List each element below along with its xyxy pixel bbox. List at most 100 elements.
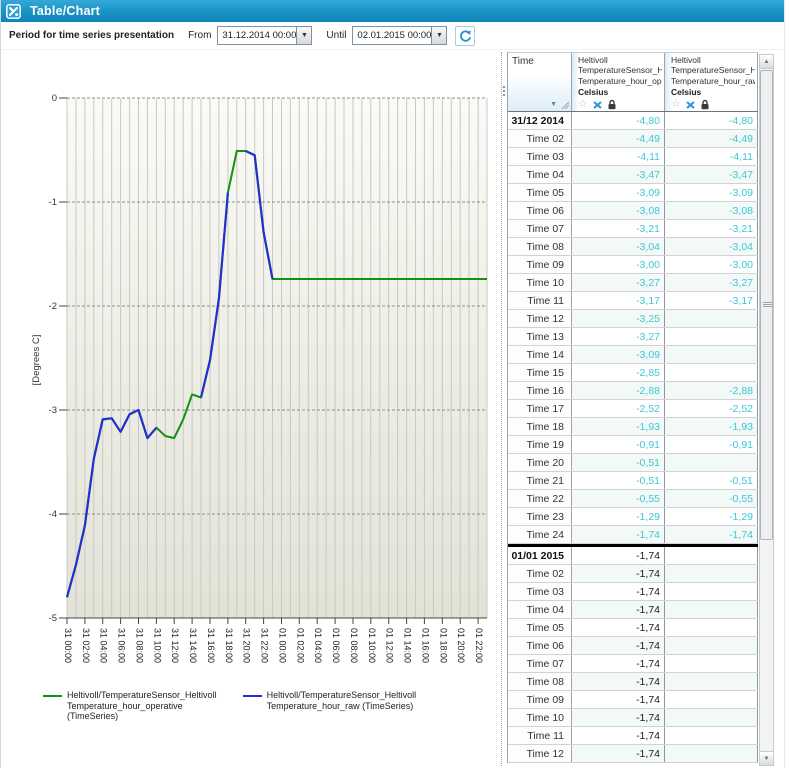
table-row[interactable]: Time 08-1,74 <box>508 673 758 691</box>
until-date-value[interactable]: 02.01.2015 00:00 <box>353 27 431 44</box>
title-bar: Table/Chart <box>1 0 784 22</box>
table-row[interactable]: Time 09-3,00-3,00 <box>508 256 758 274</box>
splitter-grip-icon[interactable] <box>503 84 506 98</box>
table-row[interactable]: Time 15-2,85 <box>508 364 758 382</box>
table-row[interactable]: Time 04-1,74 <box>508 601 758 619</box>
scroll-up-icon[interactable]: ▲ <box>760 55 773 69</box>
from-date-combobox[interactable]: 31.12.2014 00:00 ▼ <box>217 26 312 45</box>
svg-text:31 10:00: 31 10:00 <box>152 628 162 663</box>
table-row[interactable]: Time 03-4,11-4,11 <box>508 148 758 166</box>
cell-value: -3,09 <box>572 346 665 363</box>
scroll-down-icon[interactable]: ▼ <box>760 751 773 765</box>
table-row[interactable]: Time 11-3,17-3,17 <box>508 292 758 310</box>
svg-text:01 02:00: 01 02:00 <box>295 628 305 663</box>
table-row[interactable]: Time 05-3,09-3,09 <box>508 184 758 202</box>
lock-icon[interactable] <box>700 99 710 110</box>
from-label: From <box>188 30 211 41</box>
cell-value: -4,80 <box>572 112 665 129</box>
svg-text:31 02:00: 31 02:00 <box>81 628 91 663</box>
svg-text:-3: -3 <box>49 405 57 416</box>
cell-value: -1,74 <box>572 727 665 744</box>
svg-text:01 14:00: 01 14:00 <box>403 628 413 663</box>
row-time-label: 31/12 2014 <box>508 112 572 129</box>
table-row[interactable]: Time 02-4,49-4,49 <box>508 130 758 148</box>
table-row[interactable]: Time 02-1,74 <box>508 565 758 583</box>
refresh-icon <box>458 29 472 43</box>
table-row[interactable]: Time 06-1,74 <box>508 637 758 655</box>
cell-value: -0,91 <box>665 436 758 453</box>
cell-value: -0,51 <box>572 472 665 489</box>
until-combo-dropdown-icon[interactable]: ▼ <box>431 27 446 44</box>
table-chart-window: Table/Chart Period for time series prese… <box>0 0 785 768</box>
row-time-label: Time 09 <box>508 691 572 708</box>
table-row[interactable]: Time 10-1,74 <box>508 709 758 727</box>
table-row[interactable]: Time 11-1,74 <box>508 727 758 745</box>
column-header-time[interactable]: Time ▼ <box>508 53 572 111</box>
unit-label: Celsius <box>671 87 755 97</box>
table-row[interactable]: Time 14-3,09 <box>508 346 758 364</box>
cell-value: -2,88 <box>665 382 758 399</box>
table-row[interactable]: 01/01 2015-1,74 <box>508 544 758 565</box>
until-date-combobox[interactable]: 02.01.2015 00:00 ▼ <box>352 26 447 45</box>
table-row[interactable]: Time 07-1,74 <box>508 655 758 673</box>
column-header-operative[interactable]: Heltivoll TemperatureSensor_Helt Tempera… <box>572 53 665 111</box>
table-row[interactable]: Time 05-1,74 <box>508 619 758 637</box>
row-time-label: Time 03 <box>508 148 572 165</box>
cell-value: -1,93 <box>665 418 758 435</box>
filter-dropdown-icon[interactable]: ▼ <box>550 101 557 108</box>
cell-value: -1,74 <box>572 637 665 654</box>
table-row[interactable]: Time 06-3,08-3,08 <box>508 202 758 220</box>
column-header-raw[interactable]: Heltivoll TemperatureSensor_Helt Tempera… <box>665 53 758 111</box>
table-row[interactable]: Time 16-2,88-2,88 <box>508 382 758 400</box>
series-name-line: Temperature_hour_oper <box>578 76 662 86</box>
table-row[interactable]: Time 12-3,25 <box>508 310 758 328</box>
table-row[interactable]: Time 22-0,55-0,55 <box>508 490 758 508</box>
temperature-line-chart: 0-1-2-3-4-5[Degrees C]31 00:0031 02:0031… <box>1 50 506 700</box>
table-row[interactable]: Time 07-3,21-3,21 <box>508 220 758 238</box>
cell-value: -3,27 <box>665 274 758 291</box>
table-row[interactable]: Time 19-0,91-0,91 <box>508 436 758 454</box>
refresh-button[interactable] <box>455 26 475 46</box>
table-row[interactable]: Time 08-3,04-3,04 <box>508 238 758 256</box>
cell-value: -1,74 <box>572 709 665 726</box>
scrollbar-thumb[interactable] <box>760 70 773 540</box>
table-row[interactable]: Time 23-1,29-1,29 <box>508 508 758 526</box>
scaling-icon[interactable] <box>685 100 696 110</box>
cell-value: -3,04 <box>572 238 665 255</box>
table-row[interactable]: Time 12-1,74 <box>508 745 758 763</box>
table-row[interactable]: Time 21-0,51-0,51 <box>508 472 758 490</box>
table-row[interactable]: Time 20-0,51 <box>508 454 758 472</box>
table-row[interactable]: Time 10-3,27-3,27 <box>508 274 758 292</box>
lock-icon[interactable] <box>607 99 617 110</box>
row-time-label: Time 09 <box>508 256 572 273</box>
period-toolbar: Period for time series presentation From… <box>1 22 784 50</box>
table-row[interactable]: Time 24-1,74-1,74 <box>508 526 758 544</box>
table-row[interactable]: Time 03-1,74 <box>508 583 758 601</box>
svg-text:31 08:00: 31 08:00 <box>135 628 145 663</box>
panel-splitter[interactable] <box>501 52 506 766</box>
svg-text:-5: -5 <box>49 613 57 624</box>
cell-value: -3,27 <box>572 274 665 291</box>
cell-value <box>665 547 758 564</box>
cell-value: -3,17 <box>665 292 758 309</box>
row-time-label: Time 14 <box>508 346 572 363</box>
table-scrollbar[interactable]: ▲ ▼ <box>759 54 774 766</box>
table-row[interactable]: Time 09-1,74 <box>508 691 758 709</box>
row-time-label: Time 12 <box>508 310 572 327</box>
favorite-star-icon[interactable]: ☆ <box>578 99 588 110</box>
row-time-label: Time 07 <box>508 220 572 237</box>
table-row[interactable]: Time 18-1,93-1,93 <box>508 418 758 436</box>
svg-text:01 04:00: 01 04:00 <box>313 628 323 663</box>
y-axis-title: [Degrees C] <box>31 335 42 386</box>
cell-value: -3,09 <box>665 184 758 201</box>
table-row[interactable]: Time 04-3,47-3,47 <box>508 166 758 184</box>
column-resize-grip-icon[interactable] <box>560 100 569 109</box>
table-row[interactable]: 31/12 2014-4,80-4,80 <box>508 112 758 130</box>
scaling-icon[interactable] <box>592 100 603 110</box>
favorite-star-icon[interactable]: ☆ <box>671 99 681 110</box>
table-row[interactable]: Time 17-2,52-2,52 <box>508 400 758 418</box>
cell-value: -2,52 <box>572 400 665 417</box>
from-combo-dropdown-icon[interactable]: ▼ <box>296 27 311 44</box>
table-row[interactable]: Time 13-3,27 <box>508 328 758 346</box>
from-date-value[interactable]: 31.12.2014 00:00 <box>218 27 296 44</box>
